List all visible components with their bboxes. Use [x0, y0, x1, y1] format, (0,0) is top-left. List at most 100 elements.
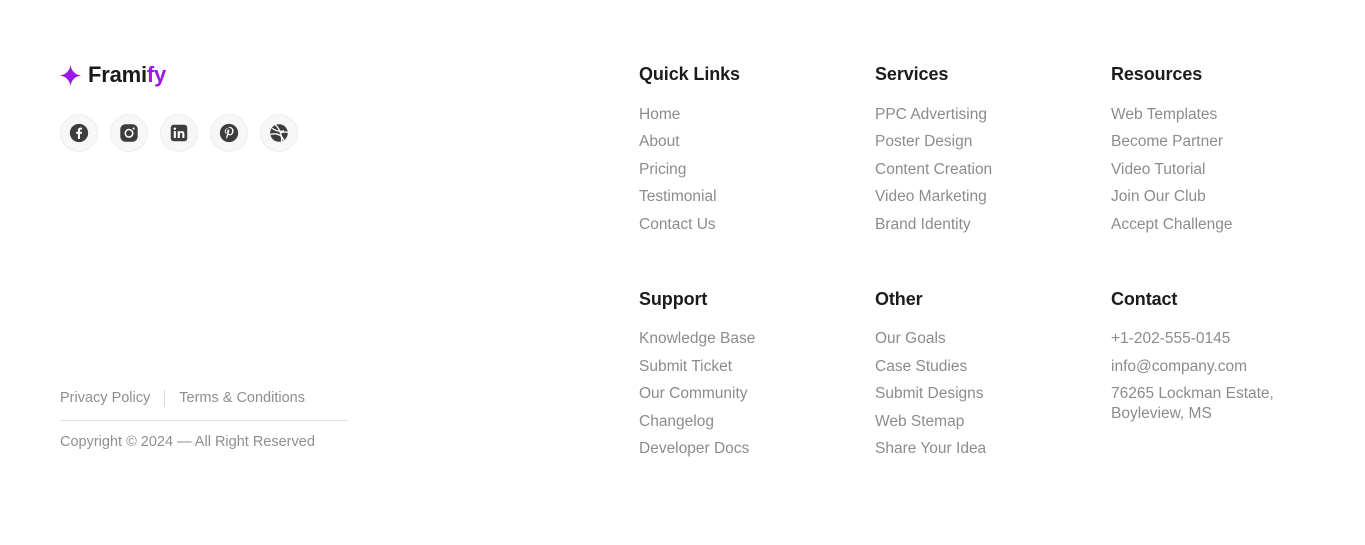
legal-block: Privacy Policy Terms & Conditions Copyri…: [60, 388, 350, 450]
link-testimonial[interactable]: Testimonial: [639, 187, 717, 207]
list-item: Content Creation: [875, 160, 1111, 180]
list-item: About: [639, 132, 875, 152]
link-share-your-idea[interactable]: Share Your Idea: [875, 439, 986, 459]
list-item: +1-202-555-0145: [1111, 329, 1347, 349]
link-our-goals[interactable]: Our Goals: [875, 329, 946, 349]
list-item: Home: [639, 105, 875, 125]
social-link-facebook[interactable]: [60, 114, 98, 152]
list-item: Developer Docs: [639, 439, 875, 459]
privacy-policy-link[interactable]: Privacy Policy: [60, 390, 150, 406]
footer-column-services: Services PPC Advertising Poster Design C…: [875, 64, 1111, 235]
link-video-marketing[interactable]: Video Marketing: [875, 187, 987, 207]
legal-links: Privacy Policy Terms & Conditions: [60, 388, 350, 408]
link-knowledge-base[interactable]: Knowledge Base: [639, 329, 755, 349]
link-brand-identity[interactable]: Brand Identity: [875, 215, 971, 235]
footer-column-quick-links: Quick Links Home About Pricing Testimoni…: [639, 64, 875, 235]
list-item: info@company.com: [1111, 357, 1347, 377]
column-title-support: Support: [639, 288, 708, 309]
column-title-services: Services: [875, 64, 949, 84]
list-item: 76265 Lockman Estate, Boyleview, MS: [1111, 384, 1347, 424]
sparkle-star-icon: [60, 64, 81, 86]
footer-link-columns: Quick Links Home About Pricing Testimoni…: [639, 64, 1339, 459]
list-item: Our Community: [639, 384, 875, 404]
link-case-studies[interactable]: Case Studies: [875, 357, 967, 377]
contact-email[interactable]: info@company.com: [1111, 357, 1247, 377]
contact-address: 76265 Lockman Estate, Boyleview, MS: [1111, 385, 1274, 423]
list-item: Join Our Club: [1111, 187, 1347, 207]
link-submit-ticket[interactable]: Submit Ticket: [639, 357, 732, 377]
list-item: Submit Ticket: [639, 357, 875, 377]
list-item: Case Studies: [875, 357, 1111, 377]
footer-column-support: Support Knowledge Base Submit Ticket Our…: [639, 289, 875, 460]
legal-separator: [164, 389, 166, 407]
column-list-services: PPC Advertising Poster Design Content Cr…: [875, 105, 1111, 235]
list-item: Testimonial: [639, 187, 875, 207]
brand-block: Framify: [60, 60, 360, 152]
list-item: Poster Design: [875, 132, 1111, 152]
column-list-quick-links: Home About Pricing Testimonial Contact U…: [639, 105, 875, 235]
list-item: Changelog: [639, 412, 875, 432]
list-item: PPC Advertising: [875, 105, 1111, 125]
footer-column-resources: Resources Web Templates Become Partner V…: [1111, 64, 1347, 235]
link-content-creation[interactable]: Content Creation: [875, 160, 992, 180]
logo-text-dark: Frami: [88, 62, 147, 87]
column-list-contact: +1-202-555-0145 info@company.com 76265 L…: [1111, 329, 1347, 424]
column-list-support: Knowledge Base Submit Ticket Our Communi…: [639, 329, 875, 459]
instagram-icon: [120, 124, 138, 142]
list-item: Video Marketing: [875, 187, 1111, 207]
social-link-instagram[interactable]: [110, 114, 148, 152]
link-contact-us[interactable]: Contact Us: [639, 215, 716, 235]
footer-column-other: Other Our Goals Case Studies Submit Desi…: [875, 289, 1111, 460]
pinterest-icon: [219, 123, 239, 143]
column-title-contact: Contact: [1111, 288, 1178, 309]
column-list-other: Our Goals Case Studies Submit Designs We…: [875, 329, 1111, 459]
list-item: Web Templates: [1111, 105, 1347, 125]
link-ppc-advertising[interactable]: PPC Advertising: [875, 105, 987, 125]
logo-text: Framify: [88, 64, 166, 86]
link-developer-docs[interactable]: Developer Docs: [639, 439, 749, 459]
social-link-pinterest[interactable]: [210, 114, 248, 152]
column-title-quick-links: Quick Links: [639, 64, 740, 84]
link-web-templates[interactable]: Web Templates: [1111, 105, 1217, 125]
list-item: Video Tutorial: [1111, 160, 1347, 180]
link-submit-designs[interactable]: Submit Designs: [875, 384, 984, 404]
social-link-dribbble[interactable]: [260, 114, 298, 152]
link-pricing[interactable]: Pricing: [639, 160, 686, 180]
list-item: Our Goals: [875, 329, 1111, 349]
dribbble-icon: [270, 124, 289, 142]
link-home[interactable]: Home: [639, 105, 680, 125]
link-become-partner[interactable]: Become Partner: [1111, 132, 1223, 152]
terms-conditions-link[interactable]: Terms & Conditions: [179, 390, 305, 406]
footer-columns-row-1: Quick Links Home About Pricing Testimoni…: [639, 64, 1339, 235]
link-accept-challenge[interactable]: Accept Challenge: [1111, 215, 1233, 235]
footer-columns-row-2: Support Knowledge Base Submit Ticket Our…: [639, 289, 1339, 460]
legal-divider: [60, 420, 348, 421]
list-item: Pricing: [639, 160, 875, 180]
list-item: Web Stemap: [875, 412, 1111, 432]
list-item: Knowledge Base: [639, 329, 875, 349]
site-footer: Framify Privacy Policy Terms & Condition…: [0, 0, 1365, 545]
footer-column-contact: Contact +1-202-555-0145 info@company.com…: [1111, 289, 1347, 460]
column-list-resources: Web Templates Become Partner Video Tutor…: [1111, 105, 1347, 235]
column-title-resources: Resources: [1111, 64, 1203, 84]
contact-phone[interactable]: +1-202-555-0145: [1111, 329, 1230, 349]
social-links: [60, 114, 298, 152]
list-item: Contact Us: [639, 215, 875, 235]
link-changelog[interactable]: Changelog: [639, 412, 714, 432]
list-item: Submit Designs: [875, 384, 1111, 404]
link-video-tutorial[interactable]: Video Tutorial: [1111, 160, 1206, 180]
link-poster-design[interactable]: Poster Design: [875, 132, 972, 152]
social-link-linkedin[interactable]: [160, 114, 198, 152]
list-item: Share Your Idea: [875, 439, 1111, 459]
link-our-community[interactable]: Our Community: [639, 384, 748, 404]
facebook-icon: [69, 123, 89, 143]
list-item: Brand Identity: [875, 215, 1111, 235]
link-about[interactable]: About: [639, 132, 680, 152]
column-title-other: Other: [875, 288, 923, 309]
link-join-our-club[interactable]: Join Our Club: [1111, 187, 1206, 207]
list-item: Accept Challenge: [1111, 215, 1347, 235]
copyright-text: Copyright © 2024 — All Right Reserved: [60, 434, 315, 450]
logo-text-accent: fy: [146, 62, 167, 87]
link-web-stemap[interactable]: Web Stemap: [875, 412, 964, 432]
logo[interactable]: Framify: [60, 60, 360, 90]
